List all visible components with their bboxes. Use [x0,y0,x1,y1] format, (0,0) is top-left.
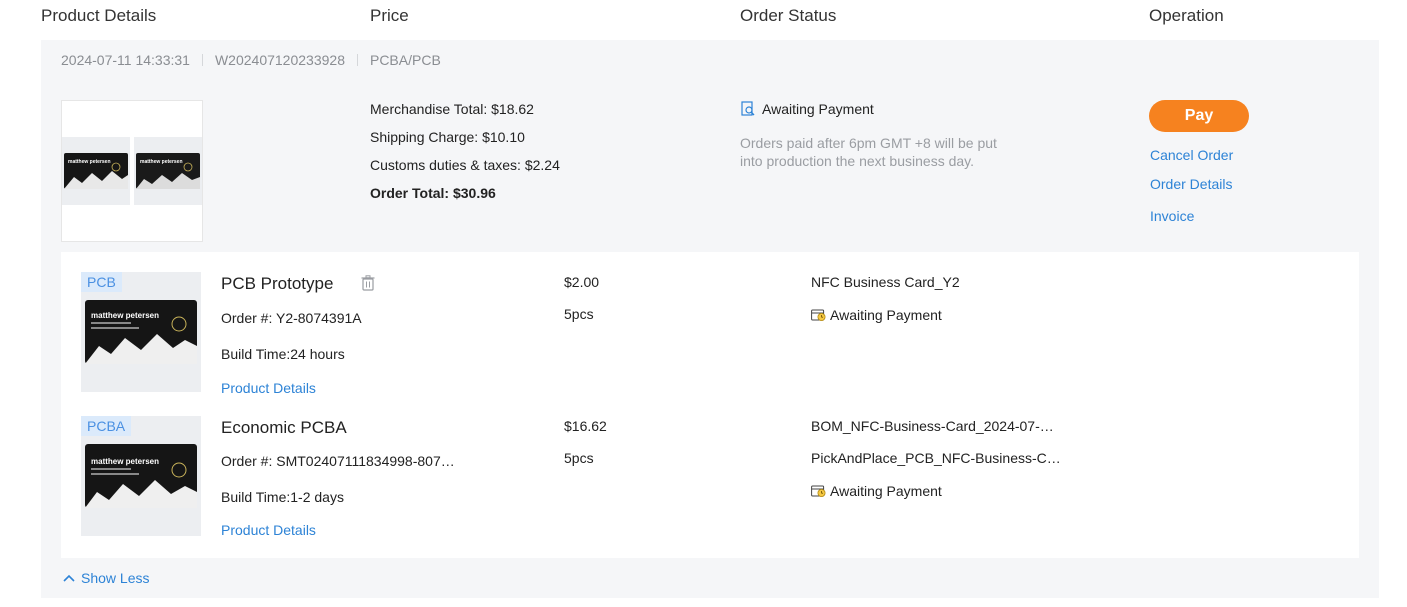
item-status: Awaiting Payment [811,307,942,323]
business-card-image: matthew petersen [85,444,197,508]
svg-text:matthew petersen: matthew petersen [140,159,183,165]
item-quantity: 5pcs [564,450,594,466]
magnifier-document-icon [741,101,755,116]
order-details-link[interactable]: Order Details [1150,176,1232,192]
item-name: PCB Prototype [221,274,334,293]
order-meta: 2024-07-11 14:33:31 W202407120233928 PCB… [61,52,441,68]
item-file-name: PickAndPlace_PCB_NFC-Business-C… [811,450,1061,466]
item-type-tag: PCBA [81,416,132,436]
customs-duties: Customs duties & taxes: $2.24 [370,157,560,173]
column-header-operation: Operation [1149,6,1224,25]
cancel-order-link[interactable]: Cancel Order [1150,147,1233,163]
column-header-order-status: Order Status [740,6,837,25]
thumbnail-pcb: matthew petersen [62,137,130,205]
divider [356,54,358,66]
item-image[interactable]: PCB matthew petersen [81,272,201,392]
wallet-clock-icon [811,485,826,497]
production-note: Orders paid after 6pm GMT +8 will be put… [740,135,997,169]
item-file-name: BOM_NFC-Business-Card_2024-07-… [811,418,1054,434]
item-order-number: Order #: SMT02407111834998-807… [221,453,455,469]
item-quantity: 5pcs [564,306,594,322]
trash-icon[interactable] [361,275,375,291]
item-build-time: Build Time:24 hours [221,346,345,362]
item-price: $16.62 [564,418,607,434]
product-details-link[interactable]: Product Details [221,380,316,396]
pay-button[interactable]: Pay [1149,100,1249,132]
item-file-name: NFC Business Card_Y2 [811,274,960,290]
item-type-tag: PCB [81,272,122,292]
item-status: Awaiting Payment [811,483,942,499]
business-card-image: matthew petersen [85,300,197,364]
order-status: Awaiting Payment [740,101,874,117]
divider [201,54,203,66]
item-order-number: Order #: Y2-8074391A [221,310,362,326]
business-card-image: matthew petersen [136,153,200,189]
order-card: 2024-07-11 14:33:31 W202407120233928 PCB… [41,40,1379,598]
column-header-price: Price [370,6,409,25]
item-image[interactable]: PCBA matthew petersen [81,416,201,536]
order-category: PCBA/PCB [369,52,441,68]
thumbnail-pcba: matthew petersen [134,137,202,205]
order-total: Order Total: $30.96 [370,185,496,201]
order-date: 2024-07-11 14:33:31 [61,52,190,68]
chevron-up-icon [63,574,75,582]
order-status-label: Awaiting Payment [762,101,874,117]
invoice-link[interactable]: Invoice [1150,208,1194,224]
item-name: Economic PCBA [221,418,347,437]
merchandise-total: Merchandise Total: $18.62 [370,101,534,117]
svg-text:matthew petersen: matthew petersen [91,457,159,466]
show-less-toggle[interactable]: Show Less [63,570,149,586]
business-card-image: matthew petersen [64,153,128,189]
item-build-time: Build Time:1-2 days [221,489,344,505]
item-price: $2.00 [564,274,600,290]
order-number: W202407120233928 [214,52,345,68]
svg-text:matthew petersen: matthew petersen [68,159,111,165]
shipping-charge: Shipping Charge: $10.10 [370,129,525,145]
svg-text:matthew petersen: matthew petersen [91,311,159,320]
column-header-product-details: Product Details [41,6,157,25]
product-details-link[interactable]: Product Details [221,522,316,538]
order-thumbnail[interactable]: matthew petersen matthew petersen [61,100,203,242]
order-items-panel: PCB matthew petersen PCB Prototype Order… [61,252,1359,558]
wallet-clock-icon [811,309,826,321]
